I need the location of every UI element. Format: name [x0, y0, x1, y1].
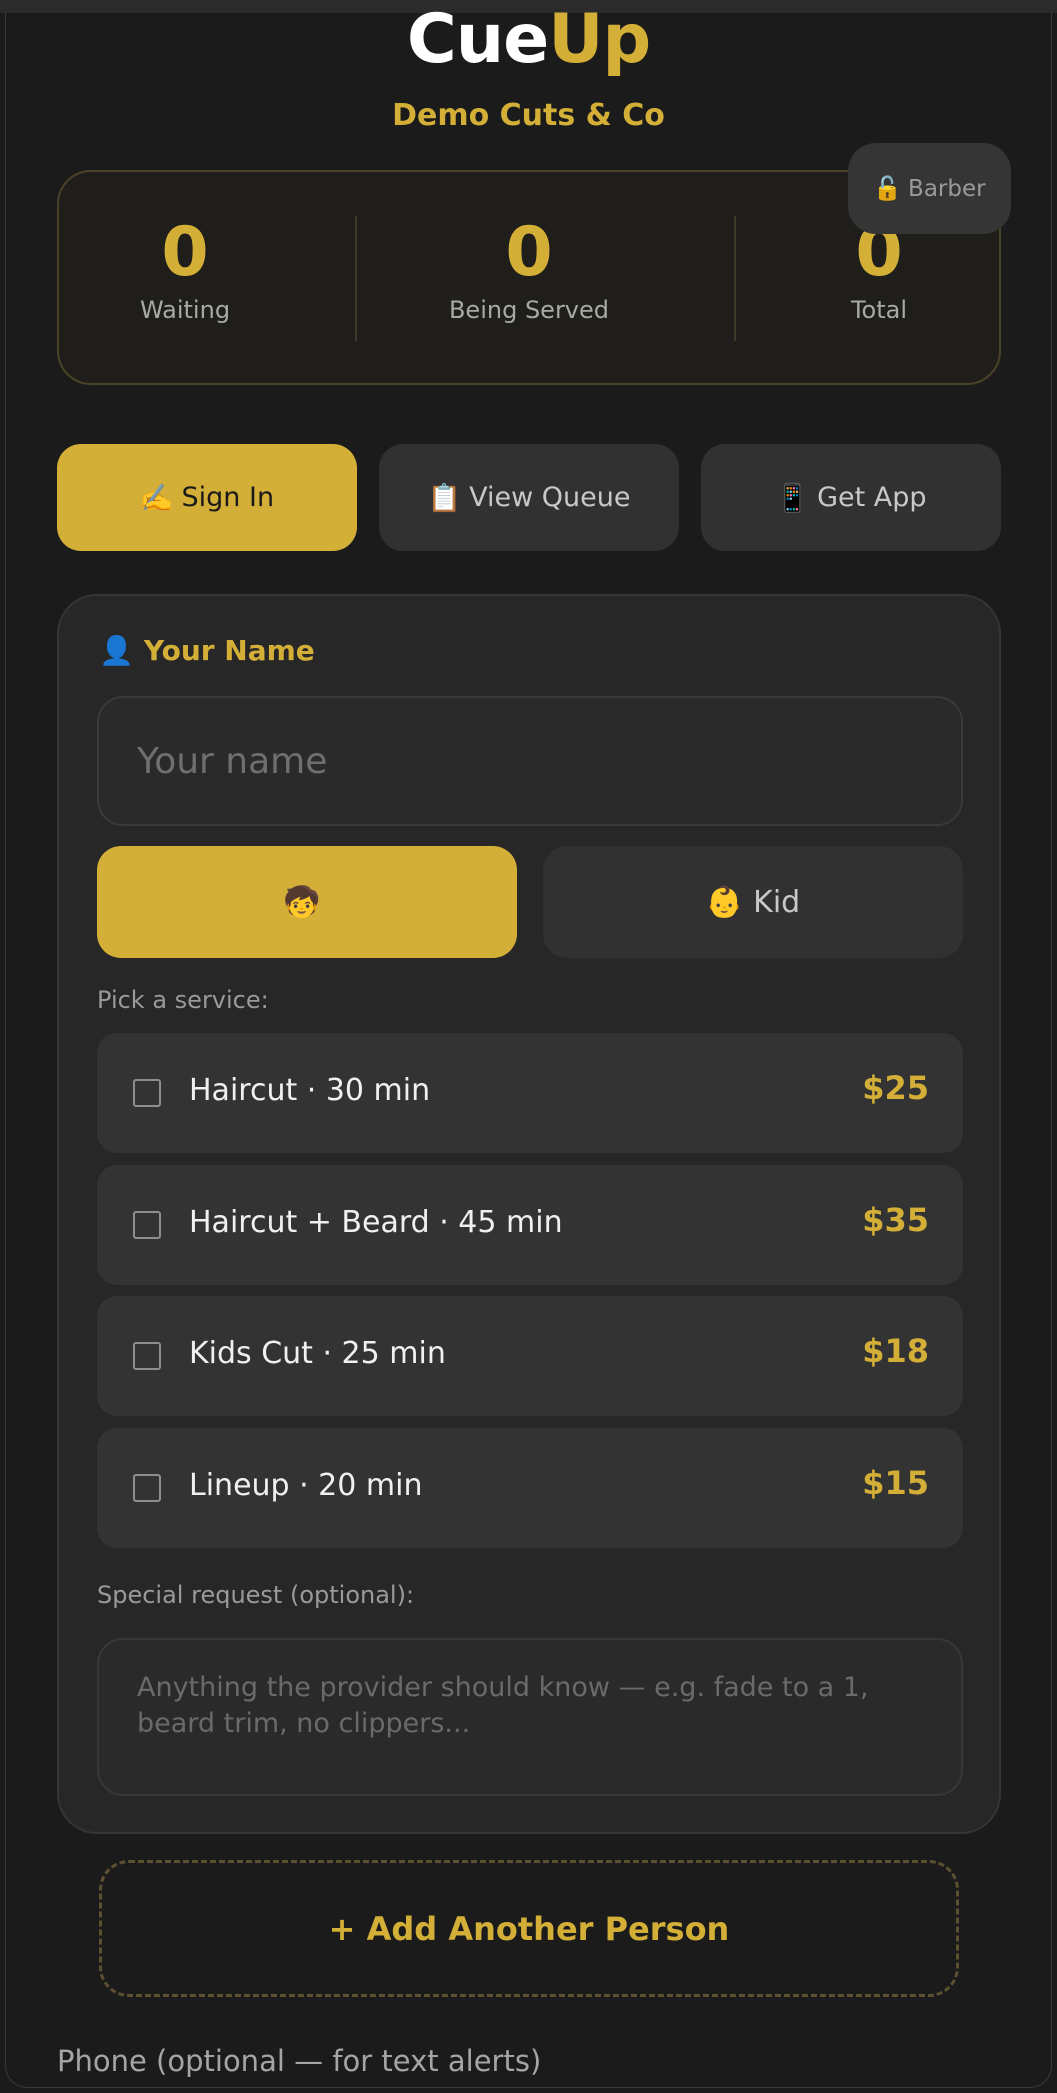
service-name: Lineup · 20 min	[189, 1468, 423, 1503]
stat-total-label: Total	[850, 296, 908, 324]
service-option[interactable]: Lineup · 20 min $15	[97, 1428, 963, 1548]
name-label-text: Your Name	[143, 634, 315, 667]
clipboard-icon: 📋	[427, 482, 462, 514]
name-field-label: 👤 Your Name	[99, 634, 315, 667]
app-logo: CueUp	[0, 2, 1057, 78]
unlock-icon: 🔓	[873, 176, 903, 202]
stat-divider	[355, 216, 357, 341]
service-name: Haircut · 30 min	[189, 1073, 431, 1108]
barber-button-label: Barber	[908, 175, 986, 202]
shop-name: Demo Cuts & Co	[392, 98, 665, 133]
writing-hand-icon: ✍️	[139, 482, 174, 514]
stat-being-served-label: Being Served	[448, 296, 610, 324]
mobile-phone-icon: 📱	[775, 482, 810, 514]
service-price: $18	[862, 1332, 929, 1370]
tab-sign-in-label: Sign In	[181, 482, 275, 513]
barber-login-button[interactable]: 🔓 Barber	[848, 143, 1011, 234]
service-option[interactable]: Haircut · 30 min $25	[97, 1033, 963, 1153]
stat-waiting: 0 Waiting	[121, 216, 249, 326]
service-option[interactable]: Haircut + Beard · 45 min $35	[97, 1165, 963, 1285]
service-prompt: Pick a service:	[97, 986, 269, 1014]
special-request-input[interactable]	[97, 1638, 963, 1796]
child-face-icon: 🧒	[283, 884, 321, 920]
stat-being-served-value: 0	[505, 213, 553, 292]
tab-get-app[interactable]: 📱 Get App	[701, 444, 1001, 551]
tab-view-queue-label: View Queue	[469, 482, 631, 513]
service-option[interactable]: Kids Cut · 25 min $18	[97, 1296, 963, 1416]
sign-in-card: 👤 Your Name 🧒 👶 Kid Pick a service: Hair…	[57, 594, 1001, 1834]
main-tabs: ✍️ Sign In 📋 View Queue 📱 Get App	[57, 444, 1001, 551]
add-another-person-button[interactable]: + Add Another Person	[99, 1860, 959, 1997]
service-name: Kids Cut · 25 min	[189, 1336, 446, 1371]
tab-sign-in[interactable]: ✍️ Sign In	[57, 444, 357, 551]
adult-option-button[interactable]: 🧒	[97, 846, 517, 958]
logo-part-cue: Cue	[406, 0, 549, 79]
service-price: $15	[862, 1464, 929, 1502]
kid-option-label: Kid	[753, 884, 801, 920]
baby-face-icon: 👶	[705, 884, 744, 920]
logo-part-up: Up	[548, 0, 651, 79]
service-checkbox[interactable]	[133, 1079, 161, 1107]
service-checkbox[interactable]	[133, 1211, 161, 1239]
kid-option-button[interactable]: 👶 Kid	[543, 846, 963, 958]
phone-field-label: Phone (optional — for text alerts)	[57, 2044, 542, 2078]
name-input[interactable]	[97, 696, 963, 826]
service-price: $25	[862, 1069, 929, 1107]
service-name: Haircut + Beard · 45 min	[189, 1205, 563, 1240]
stat-divider	[734, 216, 736, 341]
service-checkbox[interactable]	[133, 1474, 161, 1502]
person-icon: 👤	[99, 634, 134, 667]
stat-waiting-value: 0	[161, 213, 209, 292]
service-checkbox[interactable]	[133, 1342, 161, 1370]
stat-being-served: 0 Being Served	[429, 216, 629, 326]
service-price: $35	[862, 1201, 929, 1239]
tab-get-app-label: Get App	[817, 482, 927, 513]
stat-waiting-label: Waiting	[139, 296, 231, 324]
special-request-label: Special request (optional):	[97, 1581, 415, 1609]
tab-view-queue[interactable]: 📋 View Queue	[379, 444, 679, 551]
